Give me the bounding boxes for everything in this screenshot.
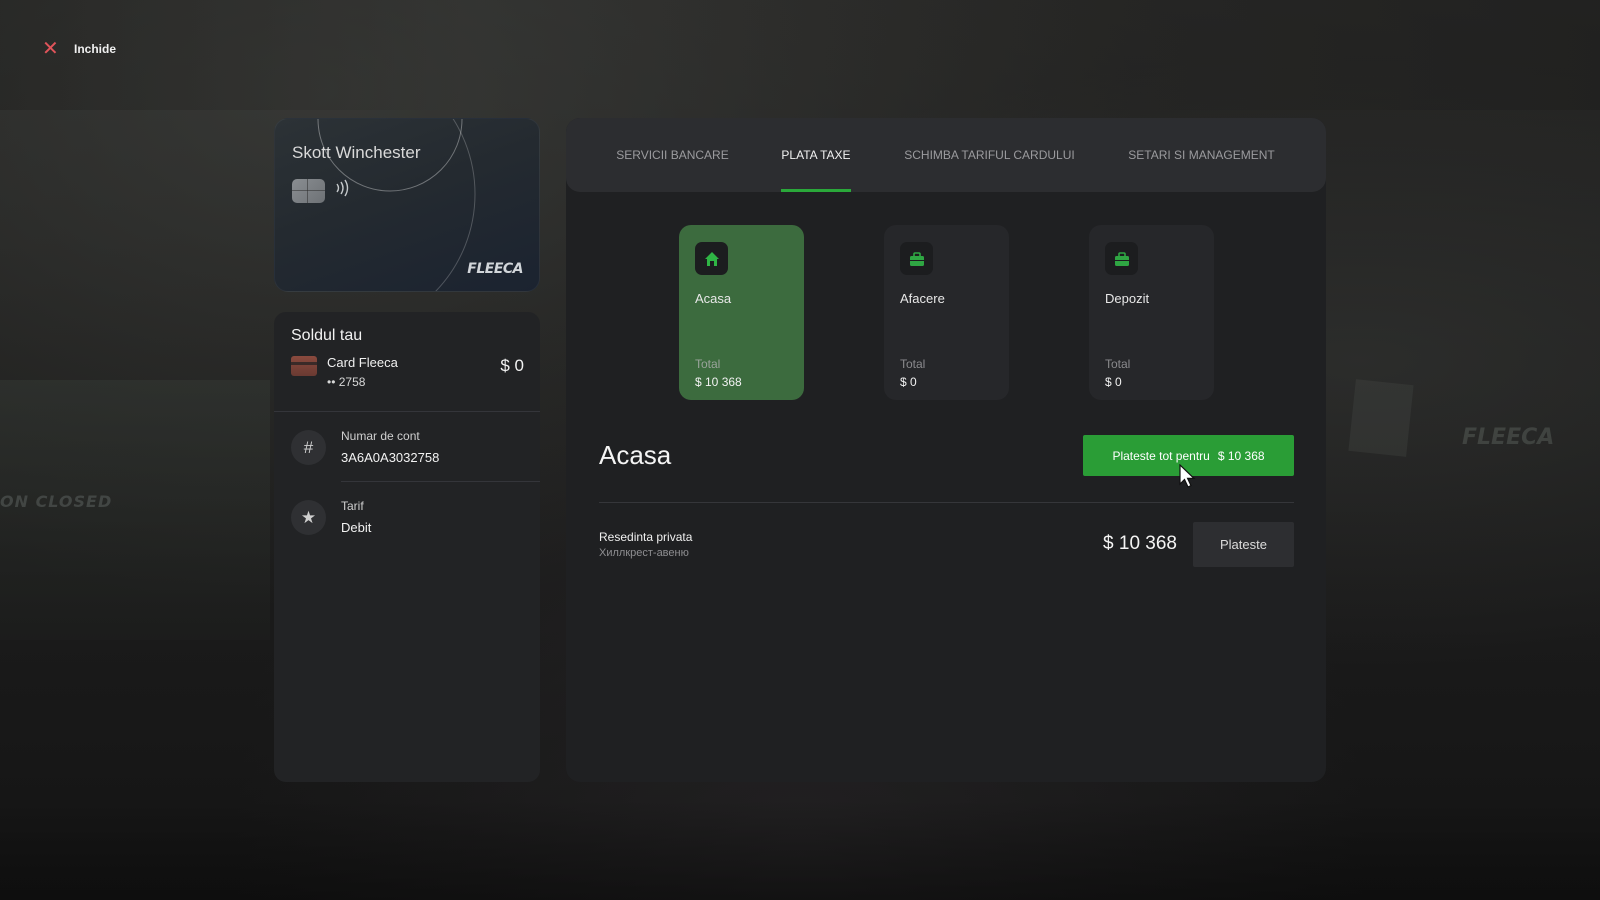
- card-holder-name: Skott Winchester: [292, 143, 421, 162]
- tab-plata-taxe[interactable]: PLATA TAXE: [781, 118, 851, 192]
- tab-bar: SERVICII BANCARE PLATA TAXE SCHIMBA TARI…: [566, 118, 1326, 192]
- bank-card: Skott Winchester FLEECA: [274, 118, 540, 292]
- card-brand-logo: FLEECA: [467, 261, 523, 277]
- home-icon: [695, 242, 728, 275]
- mouse-cursor-icon: [1178, 463, 1198, 490]
- tab-schimba-tariful[interactable]: SCHIMBA TARIFUL CARDULUI: [902, 118, 1077, 192]
- bill-row: Resedinta privata Хиллкрест-авеню $ 10 3…: [599, 522, 1294, 567]
- balance-title: Soldul tau: [291, 327, 363, 344]
- account-number-label: Numar de cont: [341, 429, 420, 443]
- tab-setari-management[interactable]: SETARI SI MANAGEMENT: [1128, 118, 1275, 192]
- main-panel: SERVICII BANCARE PLATA TAXE SCHIMBA TARI…: [566, 118, 1326, 782]
- bill-address: Хиллкрест-авеню: [599, 547, 689, 559]
- background-logo: FLEECA: [1462, 425, 1555, 450]
- bill-name: Resedinta privata: [599, 530, 693, 544]
- tab-servicii-bancare[interactable]: SERVICII BANCARE: [616, 118, 729, 192]
- card-icon: [291, 356, 317, 376]
- category-total-value: $ 0: [900, 375, 917, 389]
- close-button[interactable]: ✕ Inchide: [34, 33, 138, 65]
- close-label: Inchide: [74, 42, 117, 56]
- category-name: Acasa: [695, 291, 732, 306]
- category-name: Afacere: [900, 291, 945, 306]
- pay-all-label: Plateste tot pentru: [1112, 448, 1210, 463]
- background-sign: ON CLOSED: [0, 492, 113, 511]
- briefcase-icon: [900, 242, 933, 275]
- divider: [599, 502, 1294, 503]
- category-depozit[interactable]: Depozit Total $ 0: [1089, 225, 1214, 400]
- close-icon: ✕: [42, 38, 59, 60]
- category-name: Depozit: [1105, 291, 1150, 306]
- balance-amount: $ 0: [500, 356, 524, 375]
- hash-icon: #: [291, 430, 326, 465]
- bill-amount: $ 10 368: [1103, 533, 1177, 554]
- background-wall: [0, 380, 270, 640]
- contactless-icon: [333, 179, 351, 201]
- account-number-value: 3A6A0A3032758: [341, 450, 440, 465]
- star-icon: ★: [291, 500, 326, 535]
- category-total-value: $ 10 368: [695, 375, 742, 389]
- tariff-label: Tarif: [341, 499, 364, 513]
- card-number-mask: •• 2758: [327, 375, 366, 389]
- divider: [341, 481, 540, 482]
- category-acasa[interactable]: Acasa Total $ 10 368: [679, 225, 804, 400]
- bill-pay-button[interactable]: Plateste: [1193, 522, 1294, 567]
- category-afacere[interactable]: Afacere Total $ 0: [884, 225, 1009, 400]
- background-poster: [1348, 379, 1414, 457]
- background-ceiling: [0, 0, 1600, 110]
- briefcase-icon: [1105, 242, 1138, 275]
- account-panel: Soldul tau Card Fleeca •• 2758 $ 0 # Num…: [274, 312, 540, 782]
- chip-icon: [292, 179, 325, 203]
- tariff-value: Debit: [341, 520, 372, 535]
- card-name: Card Fleeca: [327, 355, 398, 370]
- section-title: Acasa: [599, 440, 672, 470]
- pay-all-amount: $ 10 368: [1217, 448, 1265, 463]
- category-total-value: $ 0: [1105, 375, 1122, 389]
- category-total-label: Total: [1105, 357, 1131, 371]
- category-total-label: Total: [900, 357, 926, 371]
- category-total-label: Total: [695, 357, 721, 371]
- background-floor: [0, 800, 1600, 900]
- divider: [274, 411, 540, 412]
